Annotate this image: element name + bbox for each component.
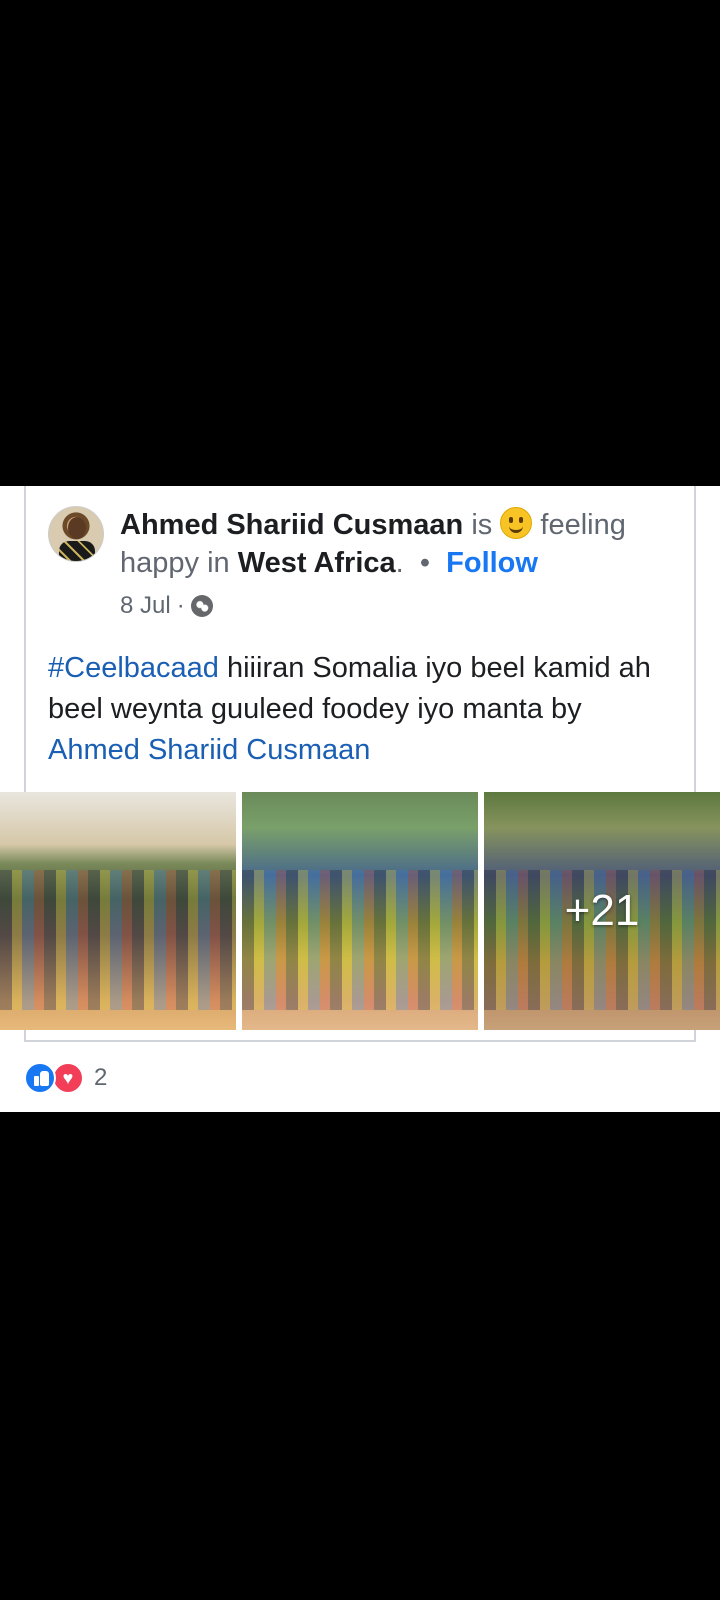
photo-2[interactable] [242,792,478,1030]
in-text: in [207,547,230,579]
header-separator: • [419,547,431,579]
post-date[interactable]: 8 Jul [120,592,171,620]
author-name[interactable]: Ahmed Shariid Cusmaan [120,509,463,541]
like-icon [24,1062,56,1094]
globe-icon [190,595,213,617]
reaction-count[interactable]: 2 [94,1064,107,1092]
feeling-text: feeling [540,509,626,541]
feeling-value: happy [120,547,200,579]
date-separator: · [176,592,185,619]
reactions-bar[interactable]: ♥ 2 [24,1062,107,1094]
more-photos-count[interactable]: +21 [484,792,720,1030]
avatar-shirt [59,541,95,561]
top-black-area [0,0,720,486]
attribution-link[interactable]: Ahmed Shariid Cusmaan [48,734,370,766]
author-avatar[interactable] [48,506,104,562]
bottom-black-area [0,1112,720,1600]
photo-1-content [0,870,236,1010]
photo-1[interactable] [0,792,236,1030]
by-text: by [551,693,582,725]
photo-3-more[interactable]: +21 [484,792,720,1030]
photo-2-content [242,870,478,1010]
love-icon: ♥ [52,1062,84,1094]
avatar-head [68,517,86,539]
post-header: Ahmed Shariid Cusmaan is feeling happy i… [120,506,680,582]
post-body: #Ceelbacaad hiiiran Somalia iyo beel kam… [48,648,678,771]
hashtag-link[interactable]: #Ceelbacaad [48,652,219,684]
post-meta: 8 Jul · [120,592,213,620]
period: . [395,547,404,579]
follow-button[interactable]: Follow [446,547,538,579]
location-link[interactable]: West Africa [238,547,396,579]
is-text: is [471,509,493,541]
photo-grid: +21 [0,792,720,1030]
feed-post: Ahmed Shariid Cusmaan is feeling happy i… [0,486,720,1112]
smiley-icon [500,507,533,539]
